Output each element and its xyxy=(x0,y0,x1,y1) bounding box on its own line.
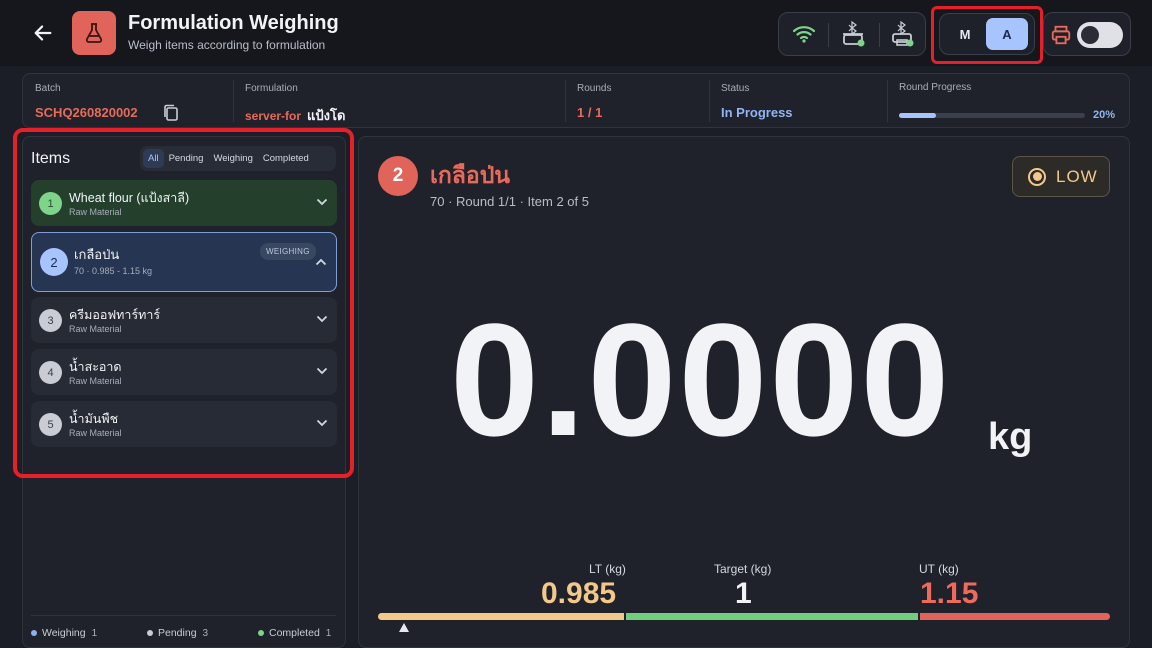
rounds-label: Rounds xyxy=(577,83,612,94)
print-button[interactable] xyxy=(1048,22,1074,48)
legend-label: Completed xyxy=(269,627,320,639)
round-progress-label: Round Progress xyxy=(899,82,972,93)
toggle-knob xyxy=(1081,26,1099,44)
rounds-value: 1 / 1 xyxy=(577,105,603,120)
arrow-left-icon xyxy=(34,25,52,41)
legend-count: 1 xyxy=(325,627,332,639)
copy-icon[interactable] xyxy=(163,104,179,122)
status-value: In Progress xyxy=(721,105,793,120)
current-item-name: เกลือป่น xyxy=(430,162,511,188)
weight-position-marker xyxy=(399,623,409,632)
formulation-name: แป้งโด xyxy=(307,108,346,123)
auto-print-toggle[interactable] xyxy=(1077,22,1123,48)
batch-value: SCHQ260820002 xyxy=(35,105,138,120)
batch-label: Batch xyxy=(35,83,61,94)
formulation-value: server-for แป้งโด xyxy=(245,105,345,126)
round-progress-bar xyxy=(899,113,1085,118)
current-item-number: 2 xyxy=(378,156,418,196)
print-controls xyxy=(1043,12,1131,56)
formulation-cell: Formulation server-for แป้งโด xyxy=(233,74,565,127)
legend-count: 1 xyxy=(91,627,98,639)
printer-icon xyxy=(1051,25,1071,45)
range-ok-segment xyxy=(626,613,918,620)
round-progress-fill xyxy=(899,113,937,118)
range-high-segment xyxy=(920,613,1110,620)
lt-value: 0.985 xyxy=(541,577,617,610)
target-value: 1 xyxy=(735,577,752,610)
legend-weighing: Weighing 1 xyxy=(31,627,97,639)
legend-divider xyxy=(31,615,336,616)
rounds-cell: Rounds 1 / 1 xyxy=(565,74,709,127)
weight-status-chip: LOW xyxy=(1012,156,1110,197)
legend-label: Pending xyxy=(158,627,197,639)
legend-dot xyxy=(147,630,153,636)
batch-info-bar: Batch SCHQ260820002 Formulation server-f… xyxy=(22,73,1130,128)
items-highlight-box xyxy=(13,128,354,478)
back-button[interactable] xyxy=(24,14,62,52)
ut-label: UT (kg) xyxy=(919,562,959,576)
status-label: Status xyxy=(721,83,750,94)
legend-dot xyxy=(31,630,37,636)
legend-label: Weighing xyxy=(42,627,86,639)
legend-pending: Pending 3 xyxy=(147,627,208,639)
mode-highlight-box xyxy=(931,6,1043,64)
range-low-segment xyxy=(378,613,624,620)
legend-dot xyxy=(258,630,264,636)
bluetooth-printer-icon xyxy=(892,20,914,47)
weight-readout: 0.0000 xyxy=(450,290,952,469)
page-subtitle: Weigh items according to formulation xyxy=(128,38,326,52)
batch-cell: Batch SCHQ260820002 xyxy=(23,74,233,127)
page-title: Formulation Weighing xyxy=(128,12,339,34)
current-item-details: 70 · Round 1/1 · Item 2 of 5 xyxy=(430,194,589,209)
legend-completed: Completed 1 xyxy=(258,627,331,639)
target-label: Target (kg) xyxy=(714,562,772,576)
weight-unit: kg xyxy=(988,416,1033,458)
formulation-tag: server-for xyxy=(245,109,302,123)
status-cell: Status In Progress xyxy=(709,74,887,127)
legend-count: 3 xyxy=(202,627,209,639)
radio-dot-icon xyxy=(1028,167,1046,186)
printer-connection[interactable] xyxy=(879,13,927,55)
scale-connection[interactable] xyxy=(830,13,878,55)
wifi-icon xyxy=(792,26,816,43)
round-progress-percent: 20% xyxy=(1092,109,1115,121)
connection-status-group xyxy=(778,12,926,56)
formulation-label: Formulation xyxy=(245,83,298,94)
app-logo xyxy=(72,11,116,55)
ut-value: 1.15 xyxy=(920,577,979,610)
weight-status-text: LOW xyxy=(1056,166,1098,186)
bluetooth-scale-icon xyxy=(843,20,865,47)
flask-icon xyxy=(85,23,103,43)
lt-label: LT (kg) xyxy=(589,562,626,576)
wifi-status[interactable] xyxy=(780,13,828,55)
round-progress-cell: Round Progress 20% xyxy=(887,74,1129,127)
